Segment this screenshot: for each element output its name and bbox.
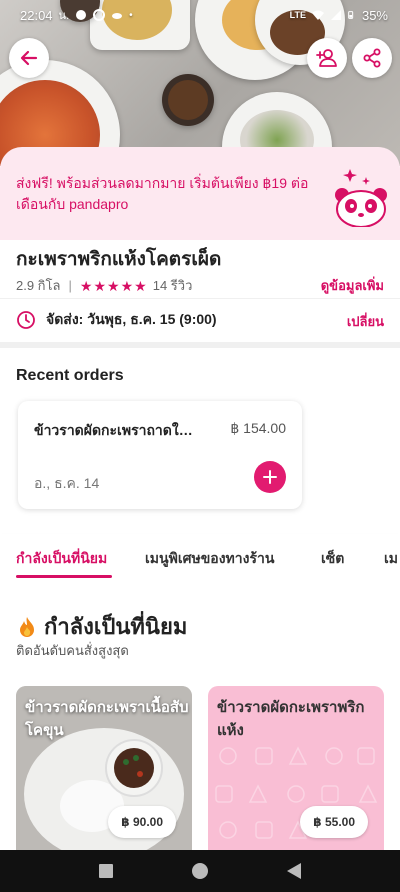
recent-order-price: ฿ 154.00 [230, 420, 286, 436]
restaurant-meta: 2.9 กิโล | ★ ★ ★ ★ ★ 14 รีวิว [16, 275, 192, 296]
plus-icon [263, 470, 277, 484]
tab-popular[interactable]: กำลังเป็นที่นิยม [16, 548, 107, 570]
fire-icon [20, 616, 34, 637]
system-nav-bar [0, 850, 400, 892]
clock-suffix: น. [58, 10, 70, 22]
recent-order-name: ข้าวราดผัดกะเพราถาดใหญ่ [34, 422, 194, 438]
tab-specials[interactable]: เมนูพิเศษของทางร้าน [145, 548, 274, 570]
popular-title: กำลังเป็นที่นิยม [18, 609, 187, 644]
hero-image: 22:04 น. • LTE 35% [0, 0, 400, 166]
clock: 22:04 [20, 7, 53, 23]
pandapro-banner[interactable]: ส่งฟรี! พร้อมส่วนลดมากมาย เริ่มต้นเพียง … [0, 147, 400, 240]
notification-icon [93, 9, 106, 21]
wifi-icon [311, 10, 324, 20]
recent-order-card[interactable]: ข้าวราดผัดกะเพราถาดใหญ่ ฿ 154.00 อ., ธ.ค… [18, 401, 302, 509]
popular-title-text: กำลังเป็นที่นิยม [44, 614, 188, 639]
popular-subtitle: ติดอันดับคนสั่งสูงสุด [16, 643, 129, 658]
menu-category-tabs: กำลังเป็นที่นิยม เมนูพิเศษของทางร้าน เซ็… [0, 534, 400, 580]
more-info-link[interactable]: ดูข้อมูลเพิ่ม [321, 275, 384, 296]
promo-text: ส่งฟรี! พร้อมส่วนลดมากมาย เริ่มต้นเพียง … [16, 175, 309, 212]
recents-icon[interactable] [98, 863, 114, 879]
distance: 2.9 กิโล [16, 278, 61, 293]
share-button[interactable] [352, 38, 392, 78]
star-icon: ★ [79, 277, 93, 294]
star-icon: ★ [120, 277, 134, 294]
recent-order-date: อ., ธ.ค. 14 [34, 475, 100, 491]
star-icon: ★ [107, 277, 120, 294]
battery-level: 35% [361, 7, 388, 23]
reorder-button[interactable] [254, 461, 286, 493]
delivery-text: จัดส่ง: วันพุธ, ธ.ค. 15 (9:00) [46, 311, 217, 327]
arrow-left-icon [20, 50, 38, 66]
delivery-time: จัดส่ง: วันพุธ, ธ.ค. 15 (9:00) [16, 309, 217, 331]
home-icon[interactable] [191, 862, 209, 880]
divider [0, 298, 400, 299]
cloud-icon [112, 13, 123, 19]
dish-name: ข้าวราดผัดกะเพราเนื้อสับโคขุน [25, 699, 189, 739]
share-icon [363, 48, 381, 68]
tab-sets[interactable]: เซ็ต [321, 548, 344, 570]
section-divider [0, 342, 400, 348]
tab-more[interactable]: เม [384, 548, 398, 570]
review-count: 14 รีวิว [152, 278, 193, 293]
network-label: LTE [289, 10, 306, 20]
rating-stars: ★ ★ ★ ★ ★ [80, 279, 147, 293]
back-button[interactable] [9, 38, 49, 78]
change-delivery-link[interactable]: เปลี่ยน [347, 311, 384, 332]
dish-card[interactable]: ข้าวราดผัดกะเพราเนื้อสับโคขุน ฿ 90.00 [16, 686, 192, 850]
clock-icon [17, 311, 35, 329]
restaurant-name: กะเพราพริกแห้งโคตรเผ็ด [16, 249, 222, 270]
dish-card[interactable]: ข้าวราดผัดกะเพราพริกแห้ง ฿ 55.00 [208, 686, 384, 850]
recent-orders-title: Recent orders [16, 367, 124, 384]
group-order-button[interactable] [307, 38, 347, 78]
dish-price[interactable]: ฿ 90.00 [108, 806, 176, 838]
status-bar: 22:04 น. • LTE 35% [20, 7, 388, 23]
pandapro-mascot-icon [335, 169, 387, 227]
active-tab-indicator [16, 575, 112, 578]
separator: | [68, 278, 72, 293]
dish-name: ข้าวราดผัดกะเพราพริกแห้ง [217, 699, 365, 739]
back-nav-icon[interactable] [286, 862, 302, 880]
signal-icon [330, 10, 341, 20]
dish-price[interactable]: ฿ 55.00 [300, 806, 368, 838]
add-person-icon [316, 49, 337, 67]
notification-icon [76, 10, 87, 20]
star-icon: ★ [134, 277, 147, 294]
star-icon: ★ [93, 277, 107, 294]
battery-icon [348, 11, 354, 19]
